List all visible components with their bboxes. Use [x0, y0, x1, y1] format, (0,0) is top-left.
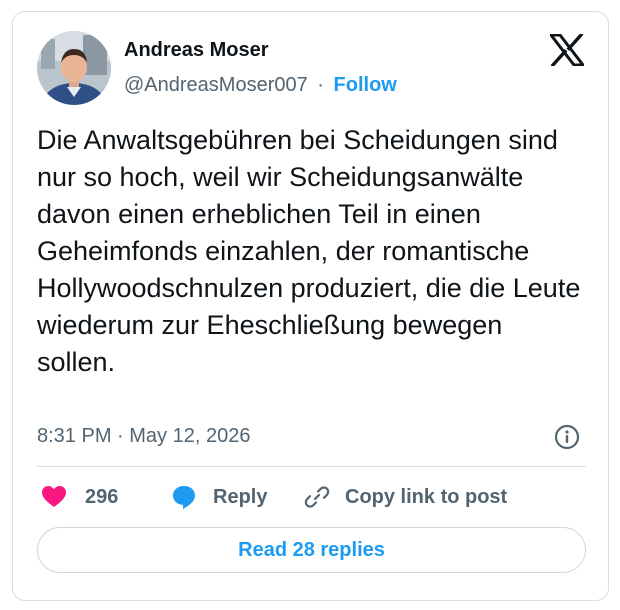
read-replies-button[interactable]: Read 28 replies	[37, 527, 586, 573]
timestamp[interactable]: 8:31 PM · May 12, 2026	[37, 425, 250, 448]
info-icon[interactable]	[554, 424, 580, 450]
tweet-card: Andreas Moser @AndreasMoser007 · Follow …	[12, 11, 609, 601]
like-button[interactable]: 296	[41, 482, 118, 512]
reply-bubble-icon	[173, 486, 195, 509]
follow-button[interactable]: Follow	[334, 74, 397, 96]
link-icon	[304, 486, 330, 508]
action-bar: 296 Reply Copy link to post	[37, 482, 586, 512]
x-logo-icon[interactable]	[547, 32, 587, 68]
copy-link-button[interactable]: Copy link to post	[303, 482, 507, 512]
heart-icon	[42, 486, 66, 507]
separator-dot: ·	[317, 74, 324, 96]
reply-label: Reply	[213, 485, 268, 508]
reply-button[interactable]: Reply	[171, 482, 267, 512]
author-name[interactable]: Andreas Moser	[124, 39, 269, 62]
divider	[37, 466, 586, 467]
tweet-text: Die Anwaltsgebühren bei Scheidungen sind…	[37, 125, 581, 377]
author-handle-row: @AndreasMoser007 · Follow	[124, 74, 397, 97]
author-handle[interactable]: @AndreasMoser007	[124, 74, 308, 96]
like-count: 296	[85, 485, 119, 508]
copy-link-label: Copy link to post	[345, 485, 508, 508]
avatar[interactable]	[37, 31, 111, 105]
